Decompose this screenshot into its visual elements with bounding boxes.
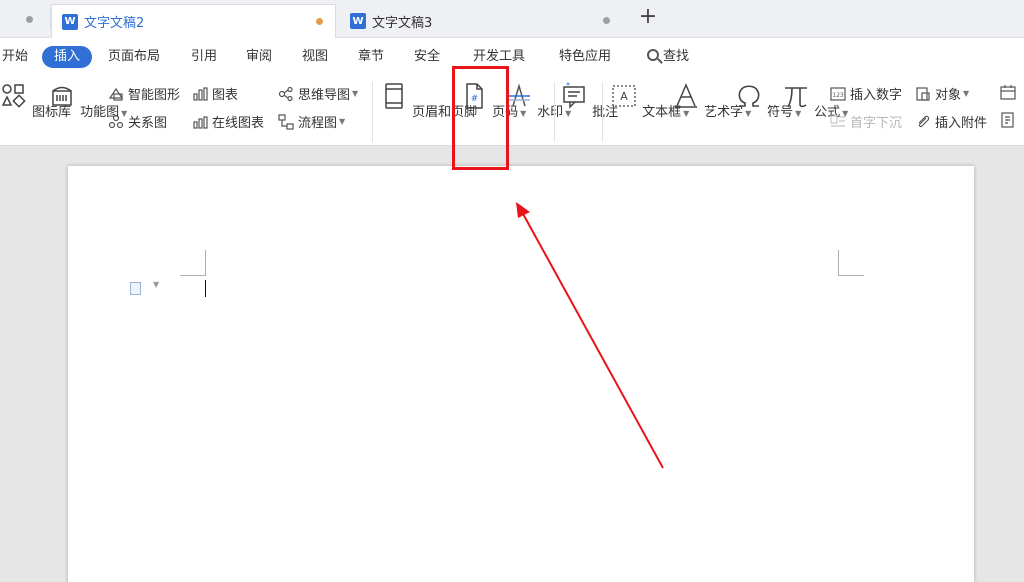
tab-document-2[interactable]: W 文字文稿2	[51, 4, 336, 38]
smart-shape-button[interactable]: 智能图形	[108, 84, 180, 103]
paragraph-options-icon[interactable]	[130, 282, 141, 295]
mind-map-icon	[278, 86, 293, 101]
tab-title: 文字文稿2	[84, 16, 145, 31]
header-footer-icon	[385, 83, 403, 109]
function-map-button[interactable]: 功能图 ▼	[48, 82, 127, 120]
close-dot-icon[interactable]	[603, 17, 610, 24]
tab-title: 文字文稿3	[372, 15, 433, 31]
svg-text:123: 123	[832, 92, 844, 99]
flow-chart-label: 流程图	[298, 116, 338, 131]
search-label: 查找	[663, 49, 690, 64]
drop-cap-icon	[830, 114, 845, 127]
menu-bar: 开始 插入 页面布局 引用 审阅 视图 章节 安全 开发工具 特色应用 查找	[0, 38, 1024, 74]
ribbon-toolbar: 图标库 功能图 ▼ 智能图形 关系图 图表 在线图表 思维导图 ▼ 流程图 ▼ 页眉和…	[0, 74, 1024, 146]
text-cursor	[205, 280, 206, 297]
dropdown-caret-icon: ▼	[963, 89, 970, 98]
smart-shape-label: 智能图形	[128, 88, 181, 103]
group-separator	[372, 82, 373, 142]
relation-map-label: 关系图	[128, 116, 168, 131]
menu-search[interactable]: 查找	[647, 46, 689, 68]
formula-button[interactable]: 公式 ▼	[782, 82, 848, 120]
calendar-icon[interactable]	[1000, 84, 1016, 100]
insert-attachment-button[interactable]: 插入附件	[915, 112, 987, 131]
tab-document-3[interactable]: W 文字文稿3	[340, 4, 622, 38]
menu-page-layout[interactable]: 页面布局	[108, 46, 160, 68]
menu-review[interactable]: 审阅	[246, 46, 272, 68]
online-chart-label: 在线图表	[212, 116, 265, 131]
wps-writer-icon: W	[62, 13, 78, 30]
menu-developer[interactable]: 开发工具	[473, 46, 525, 68]
group-separator	[602, 82, 603, 142]
document-page[interactable]: ▼	[68, 166, 974, 582]
relation-map-icon	[108, 114, 124, 128]
insert-number-label: 插入数字	[850, 88, 903, 103]
smart-shape-icon	[108, 87, 124, 101]
textbox-button[interactable]: A 文本框 ▼	[610, 82, 689, 120]
flow-chart-button[interactable]: 流程图 ▼	[278, 112, 345, 131]
comment-button[interactable]: * 批注	[560, 81, 618, 120]
object-label: 对象	[935, 88, 962, 103]
object-button[interactable]: 对象 ▼	[915, 84, 969, 103]
menu-home[interactable]: 开始	[2, 46, 28, 68]
menu-view[interactable]: 视图	[302, 46, 328, 68]
chart-button[interactable]: 图表	[192, 84, 238, 103]
margin-corner-top-right	[838, 250, 864, 276]
online-chart-icon	[193, 115, 208, 129]
svg-text:*: *	[566, 82, 570, 90]
omega-icon	[738, 85, 760, 107]
object-icon	[916, 86, 930, 101]
dropdown-caret-icon: ▼	[352, 89, 359, 98]
highlight-box-page-number	[452, 66, 509, 170]
watermark-icon	[508, 83, 530, 107]
tab-bar: W 文字文稿2 W 文字文稿3 +	[0, 0, 1024, 38]
comment-icon: *	[563, 81, 585, 109]
wordart-icon	[675, 83, 697, 108]
search-icon	[647, 49, 659, 61]
pi-icon	[785, 87, 807, 108]
insert-number-button[interactable]: 123 插入数字	[830, 84, 902, 103]
menu-security[interactable]: 安全	[414, 46, 440, 68]
icon-library-button[interactable]: 图标库	[0, 82, 71, 120]
dropdown-caret-icon[interactable]: ▼	[153, 280, 159, 289]
group-separator	[554, 82, 555, 142]
watermark-button[interactable]: 水印 ▼	[505, 82, 571, 120]
wordart-button[interactable]: 艺术字 ▼	[672, 82, 751, 120]
textbox-icon: A	[612, 85, 636, 107]
insert-attachment-label: 插入附件	[935, 116, 988, 131]
document-part-icon[interactable]	[1000, 112, 1016, 128]
chart-label: 图表	[212, 88, 239, 103]
mind-map-label: 思维导图	[298, 88, 351, 103]
menu-chapter[interactable]: 章节	[358, 46, 384, 68]
document-workspace: ▼	[0, 146, 1024, 582]
unsaved-dot-icon[interactable]	[316, 18, 323, 25]
function-map-icon	[52, 86, 72, 106]
margin-corner-top-left	[180, 250, 206, 276]
insert-number-icon: 123	[830, 86, 846, 101]
menu-special-apps[interactable]: 特色应用	[559, 46, 611, 68]
bar-chart-icon	[193, 86, 208, 101]
new-tab-button[interactable]: +	[636, 6, 660, 30]
menu-insert[interactable]: 插入	[42, 46, 93, 68]
mind-map-button[interactable]: 思维导图 ▼	[278, 84, 358, 103]
drop-cap-label: 首字下沉	[850, 116, 903, 131]
online-chart-button[interactable]: 在线图表	[192, 112, 264, 131]
icon-library-icon	[1, 84, 26, 108]
wps-writer-icon: W	[350, 13, 366, 29]
dropdown-caret-icon: ▼	[339, 117, 346, 126]
flow-chart-icon	[278, 113, 294, 130]
svg-text:A: A	[620, 90, 628, 103]
menu-references[interactable]: 引用	[191, 46, 217, 68]
header-footer-button[interactable]: 页眉和页脚	[380, 82, 477, 120]
drop-cap-button[interactable]: 首字下沉	[830, 112, 902, 131]
paperclip-icon	[918, 115, 930, 127]
relation-map-button[interactable]: 关系图	[108, 112, 167, 131]
symbol-button[interactable]: 符号 ▼	[735, 82, 801, 120]
tab-bar-dot	[26, 16, 33, 23]
